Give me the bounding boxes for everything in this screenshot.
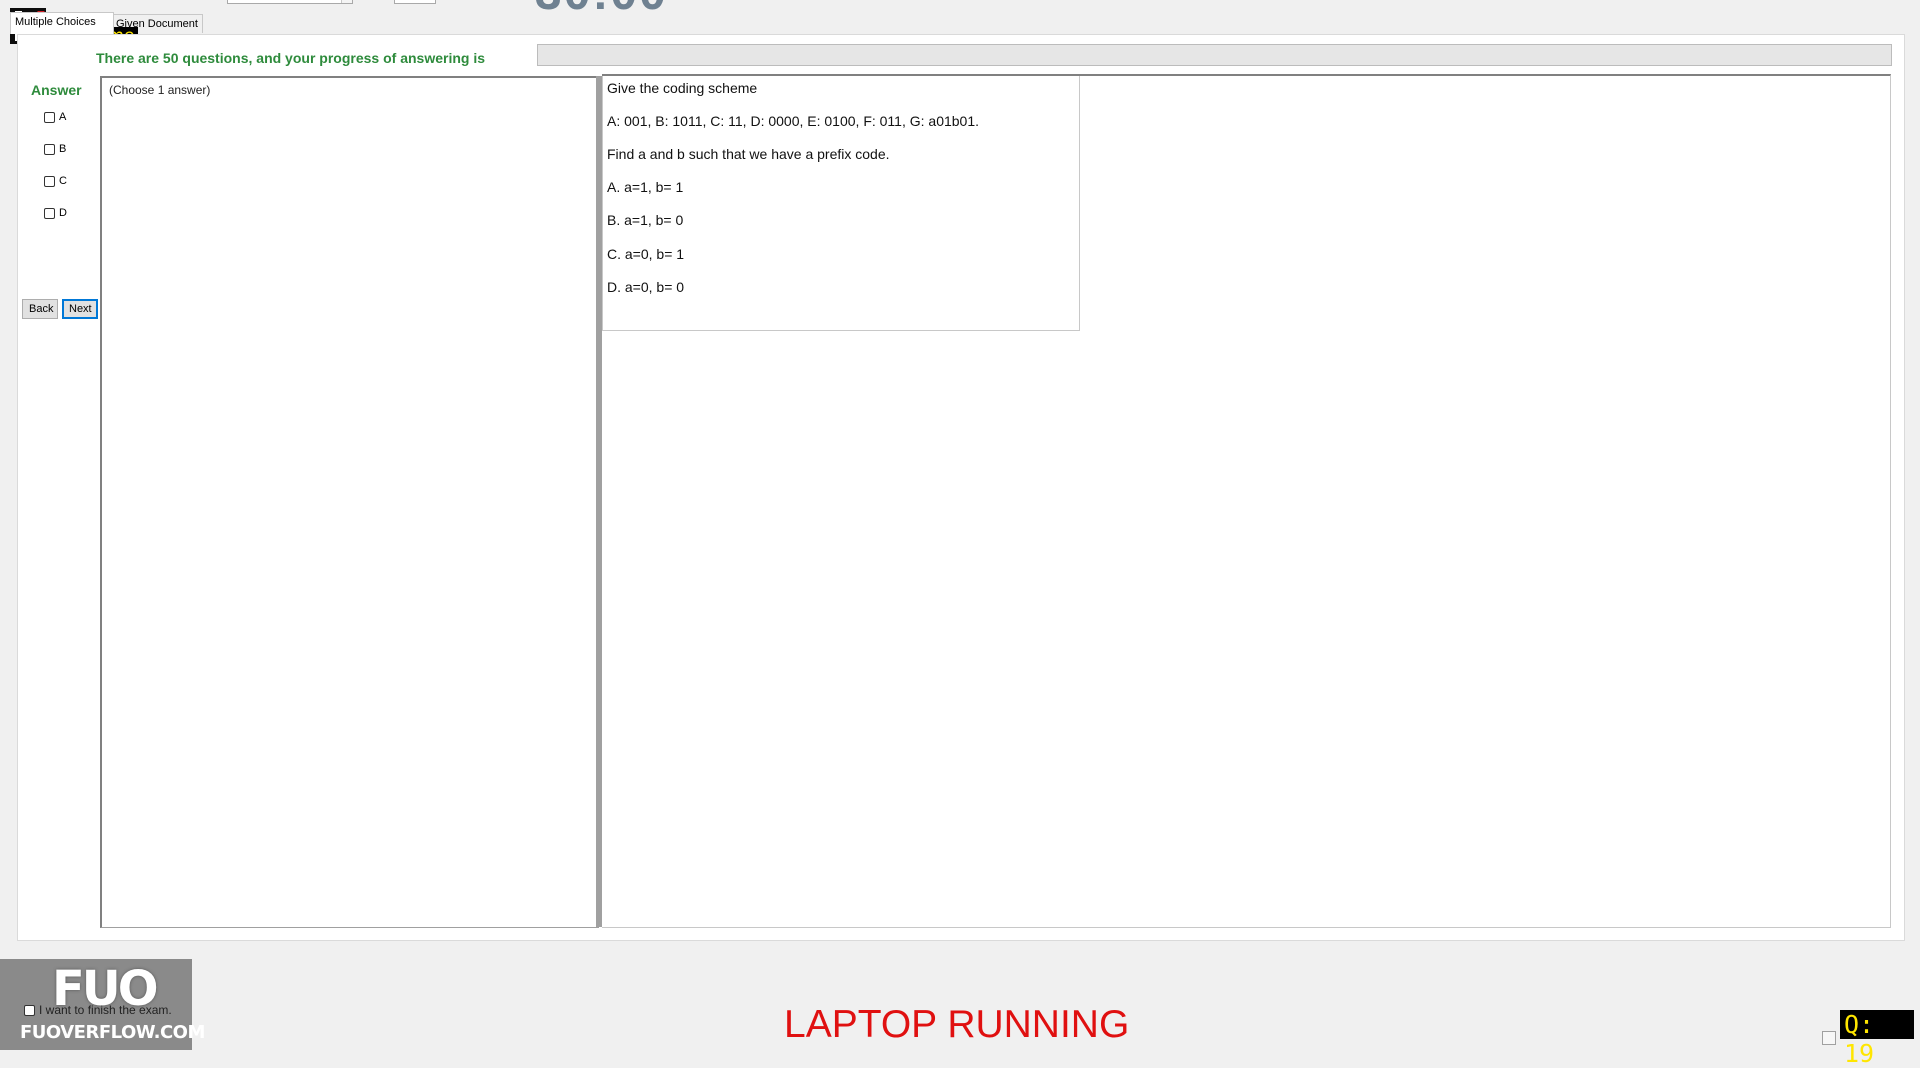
next-button[interactable]: Next xyxy=(62,299,98,319)
font-size-input[interactable] xyxy=(394,0,436,4)
chevron-down-icon[interactable] xyxy=(341,0,352,3)
question-choice: A. a=1, b= 1 xyxy=(607,179,684,195)
question-choice: B. a=1, b= 0 xyxy=(607,212,684,228)
option-label: C xyxy=(59,175,67,187)
question-box: Give the coding scheme A: 001, B: 1011, … xyxy=(602,76,1080,331)
checkbox[interactable] xyxy=(44,143,55,155)
tab-multiple-choices[interactable]: Multiple Choices xyxy=(10,12,114,34)
checkbox[interactable] xyxy=(44,111,55,123)
status-square xyxy=(1822,1031,1836,1045)
progress-bar xyxy=(537,44,1892,66)
finish-exam-checkbox[interactable]: I want to finish the exam. xyxy=(24,1003,172,1017)
status-text: LAPTOP RUNNING xyxy=(784,1003,1130,1046)
choose-hint-box: (Choose 1 answer) xyxy=(100,76,599,928)
answer-option-b[interactable]: B xyxy=(44,143,66,155)
watermark-small: FUOVERFLOW.COM xyxy=(20,1022,205,1043)
checkbox[interactable] xyxy=(24,1004,35,1016)
answer-option-d[interactable]: D xyxy=(44,207,67,219)
progress-label: There are 50 questions, and your progres… xyxy=(96,50,485,66)
back-button[interactable]: Back xyxy=(22,299,58,319)
choose-hint: (Choose 1 answer) xyxy=(109,83,211,97)
answer-option-c[interactable]: C xyxy=(44,175,67,187)
question-area: Give the coding scheme A: 001, B: 1011, … xyxy=(602,74,1891,928)
question-line: A: 001, B: 1011, C: 11, D: 0000, E: 0100… xyxy=(607,113,980,129)
checkbox[interactable] xyxy=(44,175,55,187)
exam-code-combobox[interactable] xyxy=(227,0,353,4)
question-choice: D. a=0, b= 0 xyxy=(607,279,685,295)
question-counter: Q: 19 xyxy=(1840,1010,1914,1068)
question-line: Give the coding scheme xyxy=(607,80,758,96)
answer-option-a[interactable]: A xyxy=(44,111,66,123)
option-label: A xyxy=(59,111,67,123)
option-label: D xyxy=(59,207,67,219)
option-label: B xyxy=(59,143,67,155)
question-line: Find a and b such that we have a prefix … xyxy=(607,146,890,162)
checkbox[interactable] xyxy=(44,207,55,219)
finish-label: I want to finish the exam. xyxy=(39,1003,172,1017)
answer-heading: Answer xyxy=(31,82,82,98)
question-choice: C. a=0, b= 1 xyxy=(607,246,685,262)
countdown-timer: 30:00 xyxy=(535,0,668,21)
